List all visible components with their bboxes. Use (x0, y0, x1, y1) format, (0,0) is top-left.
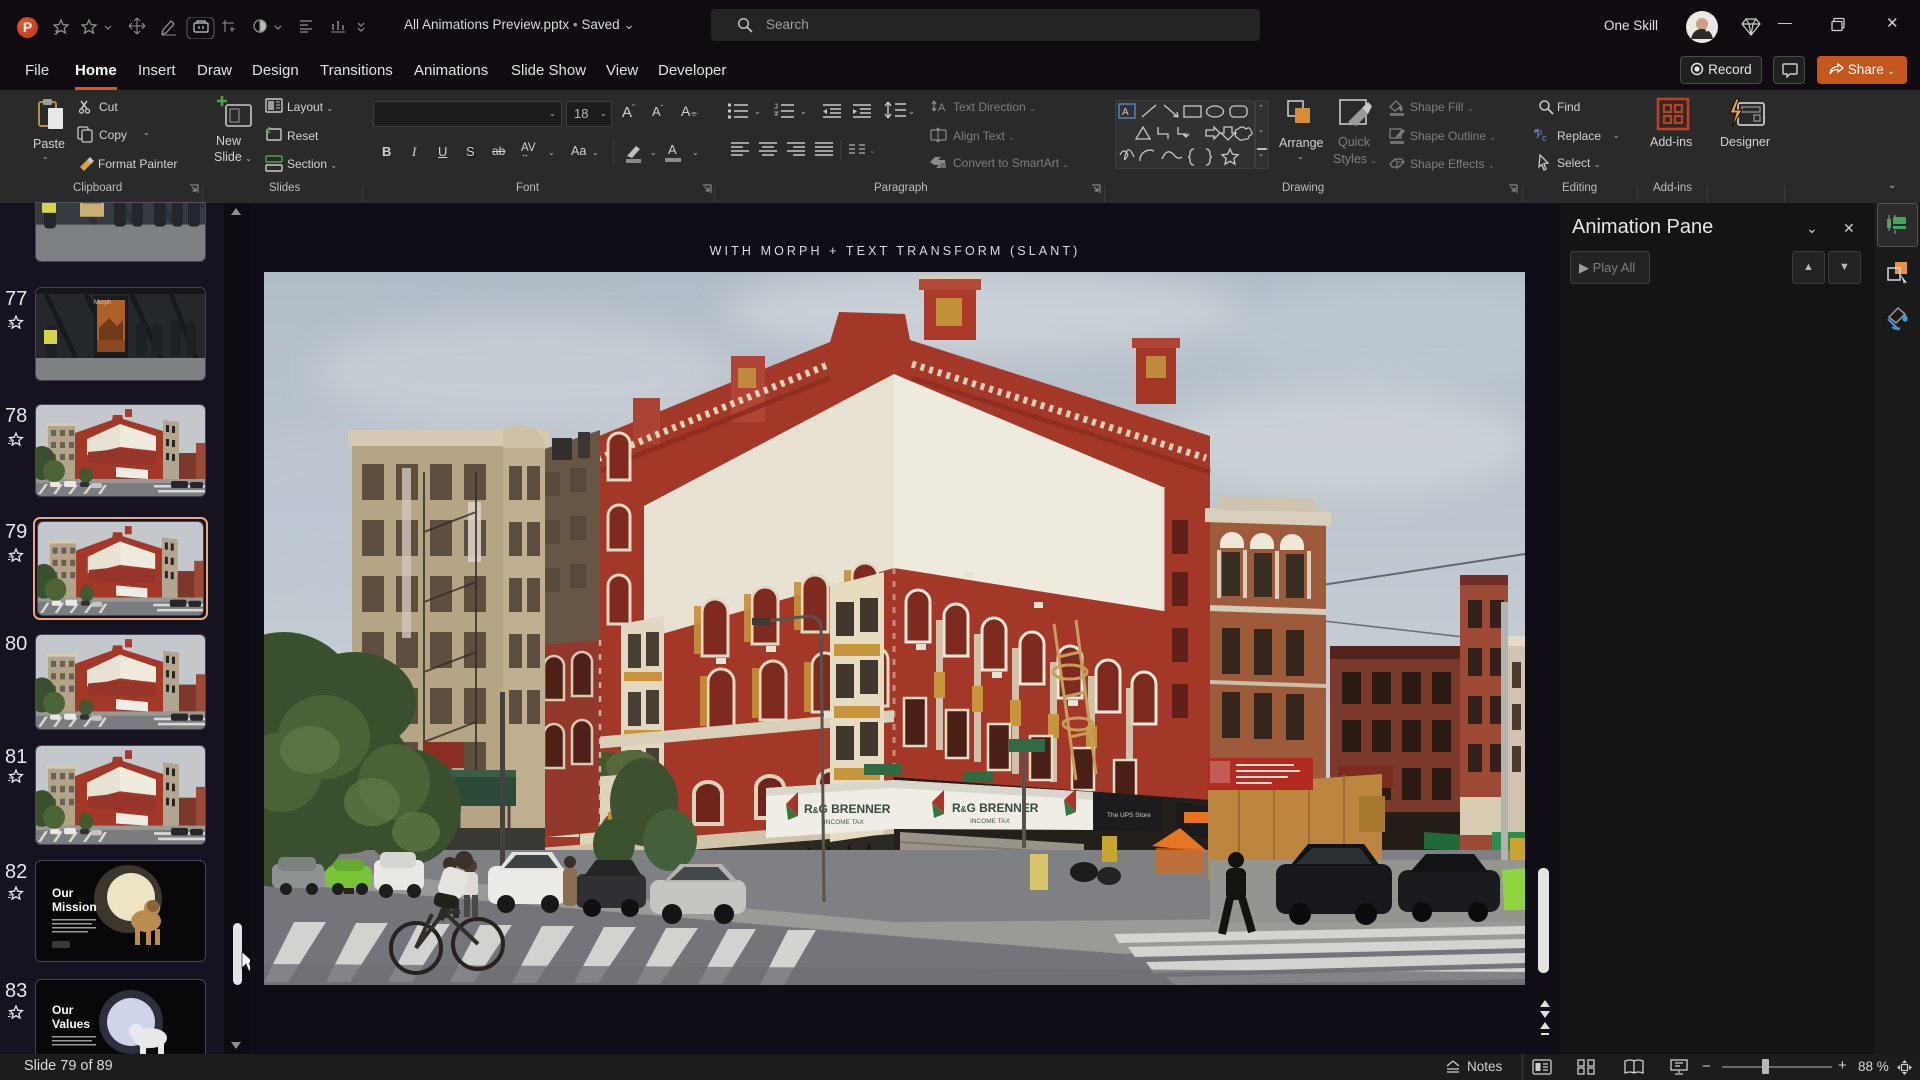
svg-text:c: c (1542, 133, 1547, 143)
svg-text:Values: Values (52, 1017, 90, 1031)
svg-text:INCOME TAX: INCOME TAX (824, 819, 865, 826)
svg-text:Our: Our (52, 886, 74, 900)
svg-text:The UPS Store: The UPS Store (1107, 812, 1151, 819)
svg-text:INCOME TAX: INCOME TAX (970, 818, 1011, 825)
svg-text:A: A (938, 102, 946, 114)
svg-text:Mission: Mission (52, 900, 97, 914)
svg-text:Our: Our (52, 1003, 74, 1017)
svg-text:Morph: Morph (94, 300, 111, 306)
svg-text:A: A (1122, 107, 1129, 118)
